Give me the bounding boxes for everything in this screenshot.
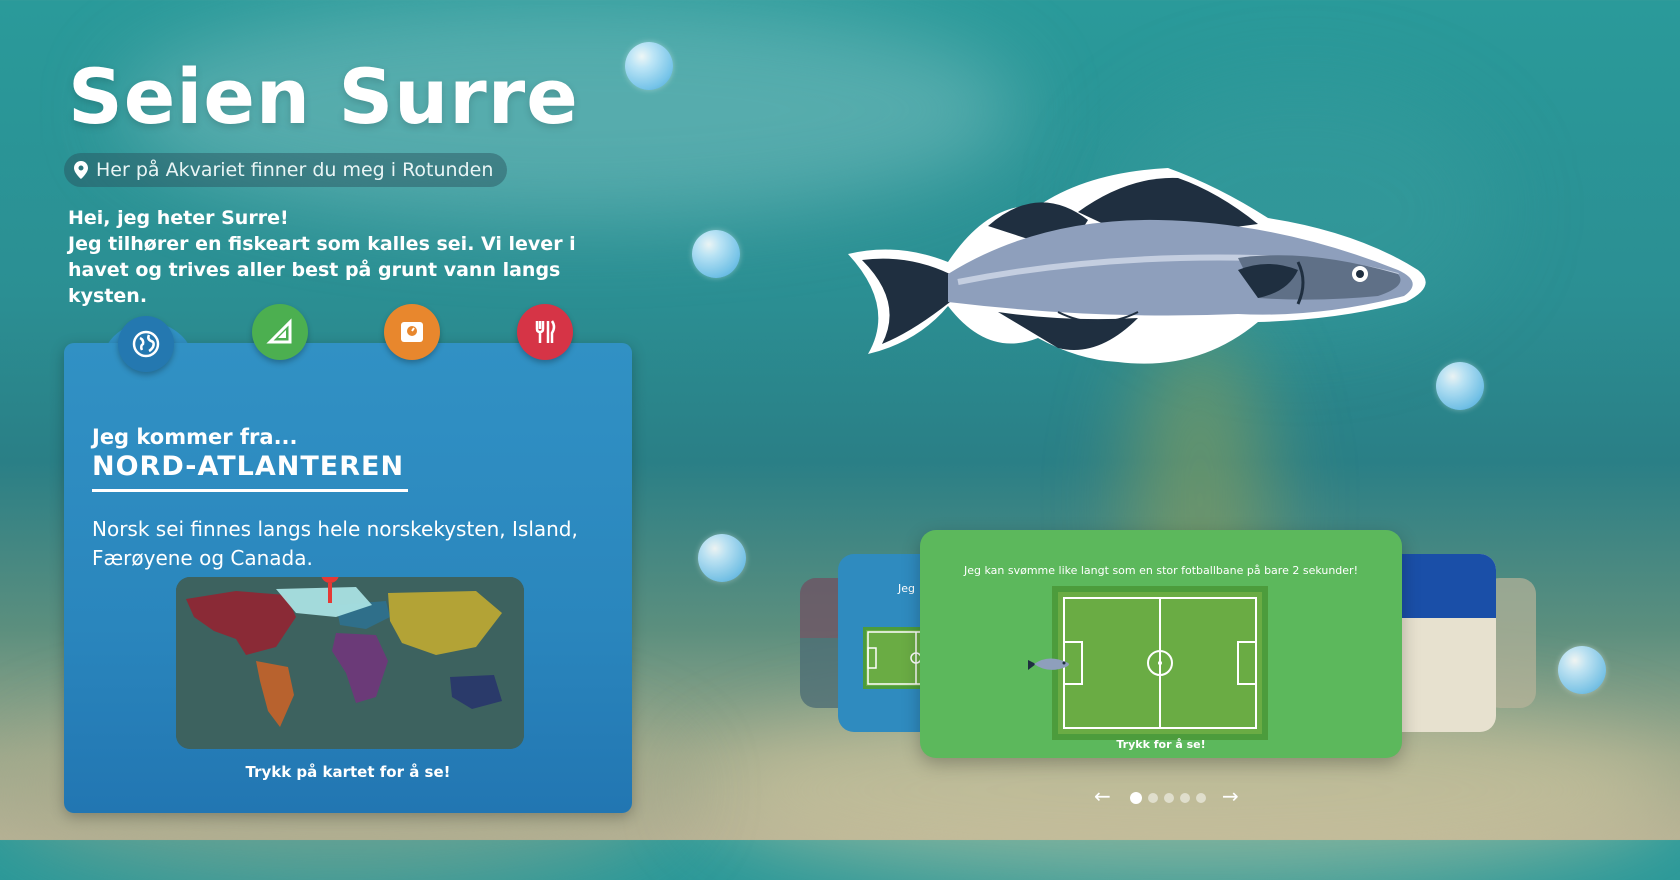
scale-icon	[398, 318, 426, 346]
intro-description: Jeg tilhører en fiskeart som kalles sei.…	[68, 233, 576, 307]
carousel-dot[interactable]	[1130, 792, 1142, 804]
bubble-decoration	[692, 230, 740, 278]
info-panel: Jeg kommer fra... NORD-ATLANTEREN Norsk …	[64, 343, 632, 813]
bubble-decoration	[1558, 646, 1606, 694]
carousel-dot[interactable]	[1164, 793, 1174, 803]
carousel-card-active[interactable]: Jeg kan svømme like langt som en stor fo…	[920, 530, 1402, 758]
carousel-prev-button[interactable]: ←	[1094, 786, 1111, 806]
intro-text: Hei, jeg heter Surre! Jeg tilhører en fi…	[68, 205, 628, 309]
cutlery-icon	[531, 318, 559, 346]
fish-illustration[interactable]	[838, 162, 1462, 398]
fact-text: Jeg kan svømme like langt som en stor fo…	[963, 564, 1358, 577]
origin-label: Jeg kommer fra...	[92, 425, 298, 449]
tab-weight[interactable]	[384, 304, 440, 360]
origin-region: NORD-ATLANTEREN	[92, 451, 405, 482]
card-hint: Trykk for å se!	[1116, 738, 1206, 751]
tab-food[interactable]	[517, 304, 573, 360]
ruler-icon	[266, 318, 294, 346]
world-map[interactable]	[176, 577, 524, 749]
tab-origin[interactable]	[118, 316, 174, 372]
carousel-dot[interactable]	[1180, 793, 1190, 803]
origin-description: Norsk sei finnes langs hele norskekysten…	[92, 517, 578, 570]
region-underline	[92, 489, 408, 492]
back-card-text: Jeg	[898, 582, 915, 595]
globe-icon	[131, 329, 161, 359]
carousel-next-button[interactable]: →	[1222, 786, 1239, 806]
tab-size[interactable]	[252, 304, 308, 360]
intro-greeting: Hei, jeg heter Surre!	[68, 207, 289, 229]
bubble-decoration	[698, 534, 746, 582]
location-pin-icon	[74, 161, 88, 179]
page-title: Seien Surre	[68, 52, 579, 141]
carousel-dot[interactable]	[1148, 793, 1158, 803]
carousel-dot[interactable]	[1196, 793, 1206, 803]
bubble-decoration	[625, 42, 673, 90]
map-hint: Trykk på kartet for å se!	[245, 763, 451, 781]
football-pitch	[1052, 586, 1268, 740]
location-text: Her på Akvariet finner du meg i Rotunden	[96, 159, 494, 181]
location-badge: Her på Akvariet finner du meg i Rotunden	[64, 153, 508, 187]
swimming-fish-icon	[1028, 654, 1072, 678]
bubble-decoration	[1436, 362, 1484, 410]
